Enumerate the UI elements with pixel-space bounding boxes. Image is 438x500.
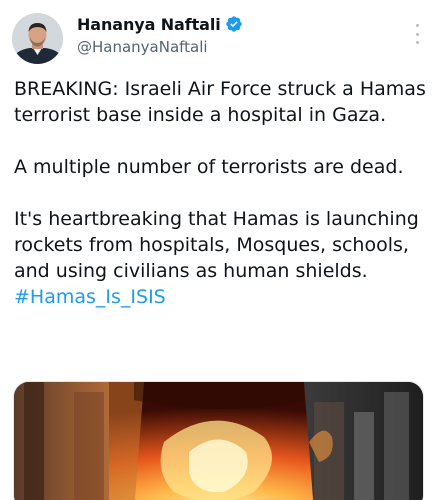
author-block[interactable]: Hananya Naftali @HananyaNaftali bbox=[77, 14, 243, 57]
tweet-paragraph-3-text: It's heartbreaking that Hamas is launchi… bbox=[14, 208, 419, 282]
tweet-paragraph-2: A multiple number of terrorists are dead… bbox=[14, 156, 404, 178]
tweet[interactable]: Hananya Naftali @HananyaNaftali BREAKING… bbox=[0, 0, 438, 500]
tweet-text: BREAKING: Israeli Air Force struck a Ham… bbox=[14, 76, 432, 310]
verified-badge-icon bbox=[225, 15, 243, 33]
tweet-media-image[interactable] bbox=[13, 381, 424, 500]
name-row: Hananya Naftali bbox=[77, 14, 243, 34]
tweet-paragraph-3: It's heartbreaking that Hamas is launchi… bbox=[14, 206, 432, 310]
hashtag-link[interactable]: #Hamas_Is_ISIS bbox=[14, 286, 166, 308]
more-options-icon[interactable] bbox=[414, 24, 420, 44]
display-name[interactable]: Hananya Naftali bbox=[77, 15, 221, 34]
avatar[interactable] bbox=[12, 13, 63, 64]
handle[interactable]: @HananyaNaftali bbox=[77, 38, 243, 57]
tweet-paragraph-1: BREAKING: Israeli Air Force struck a Ham… bbox=[14, 78, 426, 126]
